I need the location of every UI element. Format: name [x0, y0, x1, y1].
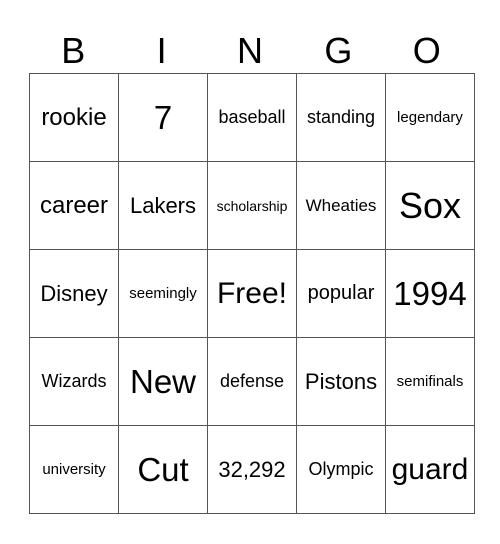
bingo-row: career Lakers scholarship Wheaties Sox: [29, 161, 475, 250]
bingo-cell[interactable]: Olympic: [296, 425, 386, 514]
bingo-cell[interactable]: legendary: [385, 73, 475, 162]
bingo-row: Disney seemingly Free! popular 1994: [29, 249, 475, 338]
bingo-cell[interactable]: 32,292: [207, 425, 297, 514]
header-letter-i: I: [156, 30, 167, 71]
header-letter-g: G: [324, 30, 353, 71]
bingo-row: university Cut 32,292 Olympic guard: [29, 425, 475, 514]
bingo-cell[interactable]: Cut: [118, 425, 208, 514]
bingo-cell[interactable]: Wizards: [29, 337, 119, 426]
bingo-cell[interactable]: Sox: [385, 161, 475, 250]
bingo-header: B I N G O: [29, 30, 471, 72]
bingo-cell[interactable]: standing: [296, 73, 386, 162]
bingo-cell[interactable]: popular: [296, 249, 386, 338]
header-letter-b: B: [61, 30, 86, 71]
bingo-cell[interactable]: scholarship: [207, 161, 297, 250]
bingo-cell[interactable]: Wheaties: [296, 161, 386, 250]
bingo-cell[interactable]: 1994: [385, 249, 475, 338]
bingo-cell[interactable]: defense: [207, 337, 297, 426]
bingo-cell[interactable]: Disney: [29, 249, 119, 338]
bingo-row: Wizards New defense Pistons semifinals: [29, 337, 475, 426]
bingo-cell[interactable]: university: [29, 425, 119, 514]
bingo-free-cell[interactable]: Free!: [207, 249, 297, 338]
bingo-cell[interactable]: 7: [118, 73, 208, 162]
bingo-cell[interactable]: baseball: [207, 73, 297, 162]
header-letter-o: O: [412, 30, 441, 71]
bingo-cell[interactable]: semifinals: [385, 337, 475, 426]
bingo-cell[interactable]: guard: [385, 425, 475, 514]
bingo-cell[interactable]: career: [29, 161, 119, 250]
header-letter-n: N: [236, 30, 263, 71]
bingo-card-grid: rookie 7 baseball standing legendary car…: [29, 73, 475, 514]
bingo-cell[interactable]: rookie: [29, 73, 119, 162]
bingo-cell[interactable]: seemingly: [118, 249, 208, 338]
bingo-cell[interactable]: Pistons: [296, 337, 386, 426]
bingo-cell[interactable]: Lakers: [118, 161, 208, 250]
bingo-cell[interactable]: New: [118, 337, 208, 426]
bingo-row: rookie 7 baseball standing legendary: [29, 73, 475, 162]
